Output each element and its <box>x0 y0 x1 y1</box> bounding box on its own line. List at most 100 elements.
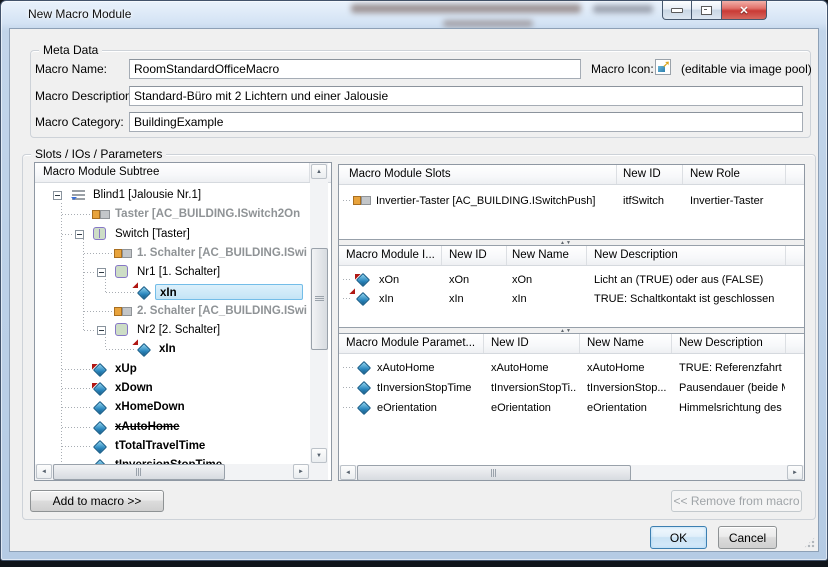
collapse-icon[interactable] <box>75 230 84 239</box>
param-diamond-icon <box>93 421 107 435</box>
param-diamond-icon <box>357 361 371 375</box>
param-new-name: eOrientation <box>587 402 669 414</box>
table-row[interactable]: xAutoHome xAutoHome xAutoHome TRUE: Refe… <box>339 358 804 378</box>
table-row[interactable]: xIn xIn xIn TRUE: Schaltkontakt ist gesc… <box>339 289 804 308</box>
macro-icon-arrow: ➚ <box>662 59 670 70</box>
table-row[interactable]: xOn xOn xOn Licht an (TRUE) oder aus (FA… <box>339 270 804 289</box>
macro-description-input[interactable]: Standard-Büro mit 2 Lichtern und einer J… <box>129 86 803 106</box>
param-diamond-icon <box>93 440 107 454</box>
dialog-client-area: Meta Data Macro Name: RoomStandardOffice… <box>9 28 819 552</box>
tree-header-label: Macro Module Subtree <box>43 166 159 178</box>
collapse-icon[interactable] <box>97 326 106 335</box>
scroll-left-button[interactable]: ◄ <box>340 465 356 480</box>
maximize-button[interactable] <box>692 1 722 20</box>
macro-module-parameters-table: Macro Module Paramet... New ID New Name … <box>339 334 804 465</box>
tree-item-schalter2[interactable]: 2. Schalter [AC_BUILDING.ISwi <box>35 302 313 321</box>
tree-hscroll-thumb[interactable] <box>53 464 225 480</box>
tree-horizontal-scrollbar[interactable]: ◄ ► <box>35 464 328 480</box>
ok-button[interactable]: OK <box>650 526 707 549</box>
param-new-name: xAutoHome <box>587 362 669 374</box>
io-new-id: xIn <box>449 293 504 305</box>
tree-vscroll-thumb[interactable] <box>311 248 328 350</box>
tree-item-label: tTotalTravelTime <box>115 437 205 456</box>
tree-item-xdown[interactable]: xDown <box>35 379 313 398</box>
macro-category-input[interactable]: BuildingExample <box>129 112 803 132</box>
col-new-description: New Description <box>594 249 678 261</box>
tables-hscroll-thumb[interactable] <box>357 465 631 481</box>
tree-item-label: Taster [AC_BUILDING.ISwitch2On <box>115 205 300 224</box>
param-new-description: TRUE: Referenzfahrt auto <box>679 362 785 374</box>
slot-icon <box>353 196 370 204</box>
tree-item-label: Switch [Taster] <box>115 225 190 244</box>
add-to-macro-button[interactable]: Add to macro >> <box>30 490 164 512</box>
background-glass-smudge <box>443 20 533 27</box>
scroll-right-button[interactable]: ► <box>787 465 803 480</box>
table-row[interactable]: Invertier-Taster [AC_BUILDING.ISwitchPus… <box>339 191 804 210</box>
param-name: eOrientation <box>377 402 481 414</box>
param-new-description: Pausendauer (beide Moto <box>679 382 785 394</box>
tree-item-blind1[interactable]: Blind1 [Jalousie Nr.1] <box>35 186 313 205</box>
macro-icon-note: (editable via image pool) <box>681 62 812 76</box>
col-new-role: New Role <box>690 168 740 180</box>
table-splitter[interactable]: ▲▼ <box>339 239 804 246</box>
module-icon <box>115 265 128 278</box>
slots-table-header[interactable]: Macro Module Slots New ID New Role <box>339 165 804 185</box>
tree-item-xup[interactable]: xUp <box>35 360 313 379</box>
close-button[interactable]: ✕ <box>722 1 767 20</box>
table-row[interactable]: eOrientation eOrientation eOrientation H… <box>339 398 804 418</box>
tree-item-label: 2. Schalter [AC_BUILDING.ISwi <box>137 302 307 321</box>
cancel-button[interactable]: Cancel <box>718 526 777 549</box>
tree-item-label: xAutoHome <box>115 418 180 437</box>
tree-item-xin2[interactable]: xIn <box>35 340 313 359</box>
tree-item-switch[interactable]: Switch [Taster] <box>35 225 313 244</box>
tree-item-nr1[interactable]: Nr1 [1. Schalter] <box>35 263 313 282</box>
table-splitter[interactable]: ▲▼ <box>339 327 804 334</box>
tree-item-nr2[interactable]: Nr2 [2. Schalter] <box>35 321 313 340</box>
slot-new-role: Invertier-Taster <box>690 195 784 207</box>
col-new-name: New Name <box>512 249 569 261</box>
collapse-icon[interactable] <box>53 191 62 200</box>
ios-table-header[interactable]: Macro Module I... New ID New Name New De… <box>339 246 804 266</box>
scroll-down-button[interactable]: ▼ <box>311 448 327 463</box>
tree-item-label: tInversionStopTime <box>115 456 222 464</box>
table-row[interactable]: tInversionStopTime tInversionStopTi... t… <box>339 378 804 398</box>
io-name: xIn <box>379 293 439 305</box>
macro-name-input[interactable]: RoomStandardOfficeMacro <box>129 59 581 79</box>
tree-item-xhomedown[interactable]: xHomeDown <box>35 398 313 417</box>
tables-horizontal-scrollbar[interactable]: ◄ ► <box>339 465 804 481</box>
minimize-icon <box>671 8 683 13</box>
collapse-icon[interactable] <box>97 268 106 277</box>
tree-item-schalter1[interactable]: 1. Schalter [AC_BUILDING.ISwi <box>35 244 313 263</box>
tree-item-label: xDown <box>115 379 153 398</box>
tree-item-label: xIn <box>159 340 176 359</box>
tree-item-label: xHomeDown <box>115 398 185 417</box>
scroll-up-button[interactable]: ▲ <box>311 164 327 179</box>
meta-data-group-label: Meta Data <box>39 43 102 57</box>
background-glass-smudge <box>593 5 653 13</box>
macro-module-subtree-panel: Macro Module Subtree Blind1 [Jalousie Nr… <box>34 162 332 481</box>
tree-header[interactable]: Macro Module Subtree <box>35 163 331 183</box>
param-diamond-icon <box>93 401 107 415</box>
scroll-left-button[interactable]: ◄ <box>36 464 52 479</box>
scroll-right-button[interactable]: ► <box>293 464 309 479</box>
resize-grip[interactable] <box>804 537 815 548</box>
io-new-id: xOn <box>449 274 504 286</box>
param-diamond-icon <box>357 401 371 415</box>
remove-from-macro-button[interactable]: << Remove from macro <box>671 490 802 512</box>
tree-item-xautohome[interactable]: xAutoHome <box>35 418 313 437</box>
param-name: xAutoHome <box>377 362 481 374</box>
io-new-description: Licht an (TRUE) oder aus (FALSE) <box>594 274 785 286</box>
minimize-button[interactable] <box>662 1 692 20</box>
tree-item-label: Blind1 [Jalousie Nr.1] <box>93 186 201 205</box>
tree-item-taster[interactable]: Taster [AC_BUILDING.ISwitch2On <box>35 205 313 224</box>
macro-icon[interactable]: ➚ <box>655 59 671 75</box>
tree-vertical-scrollbar[interactable]: ▲ ▼ <box>310 163 328 464</box>
col-ios: Macro Module I... <box>346 249 435 261</box>
macro-module-ios-table: Macro Module I... New ID New Name New De… <box>339 246 804 327</box>
parameters-table-header[interactable]: Macro Module Paramet... New ID New Name … <box>339 334 804 354</box>
macro-category-label: Macro Category: <box>35 115 124 129</box>
tree-item-xin-selected[interactable]: xIn <box>35 283 313 302</box>
tree-item-tinversionstoptime[interactable]: tInversionStopTime <box>35 456 313 464</box>
param-new-id: eOrientation <box>491 402 577 414</box>
tree-item-ttotaltraveltime[interactable]: tTotalTravelTime <box>35 437 313 456</box>
